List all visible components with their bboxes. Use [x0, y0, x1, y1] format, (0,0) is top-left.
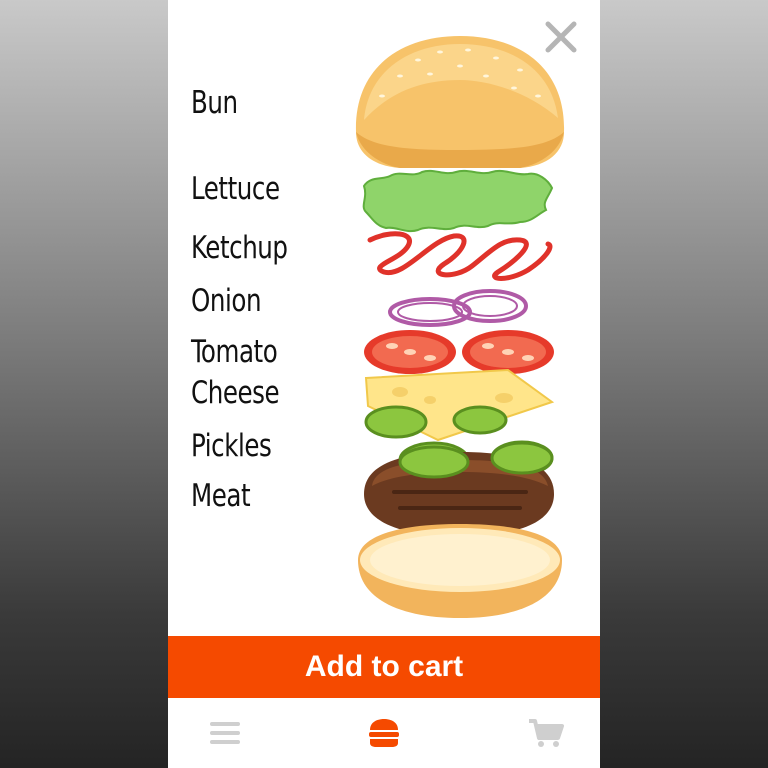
onion-image[interactable]: [388, 289, 528, 327]
ingredient-label-lettuce[interactable]: Lettuce: [191, 174, 280, 205]
ingredient-label-cheese[interactable]: Cheese: [191, 378, 280, 409]
ingredient-label-onion[interactable]: Onion: [191, 286, 262, 317]
ingredient-label-bun[interactable]: Bun: [191, 88, 238, 119]
ingredient-label-ketchup[interactable]: Ketchup: [191, 233, 288, 264]
menu-icon[interactable]: [206, 716, 246, 750]
ingredient-label-pickles[interactable]: Pickles: [191, 431, 272, 462]
lettuce-image[interactable]: [362, 169, 554, 233]
ingredient-label-meat[interactable]: Meat: [191, 481, 251, 512]
cart-icon[interactable]: [526, 716, 566, 750]
tomato-image[interactable]: [364, 330, 554, 374]
burger-icon[interactable]: [364, 716, 404, 750]
top-bun-image[interactable]: [355, 36, 565, 168]
meat-patty-image[interactable]: [364, 441, 554, 536]
burger-illustration: [355, 36, 565, 618]
ingredient-label-tomato[interactable]: Tomato: [191, 337, 278, 368]
ketchup-image[interactable]: [367, 231, 553, 281]
bottom-bun-image[interactable]: [358, 524, 562, 618]
add-to-cart-button[interactable]: Add to cart: [168, 636, 600, 698]
bottom-tab-bar: [168, 698, 600, 768]
phone-screen: Bun Lettuce Ketchup Onion Tomato Cheese …: [168, 0, 600, 768]
